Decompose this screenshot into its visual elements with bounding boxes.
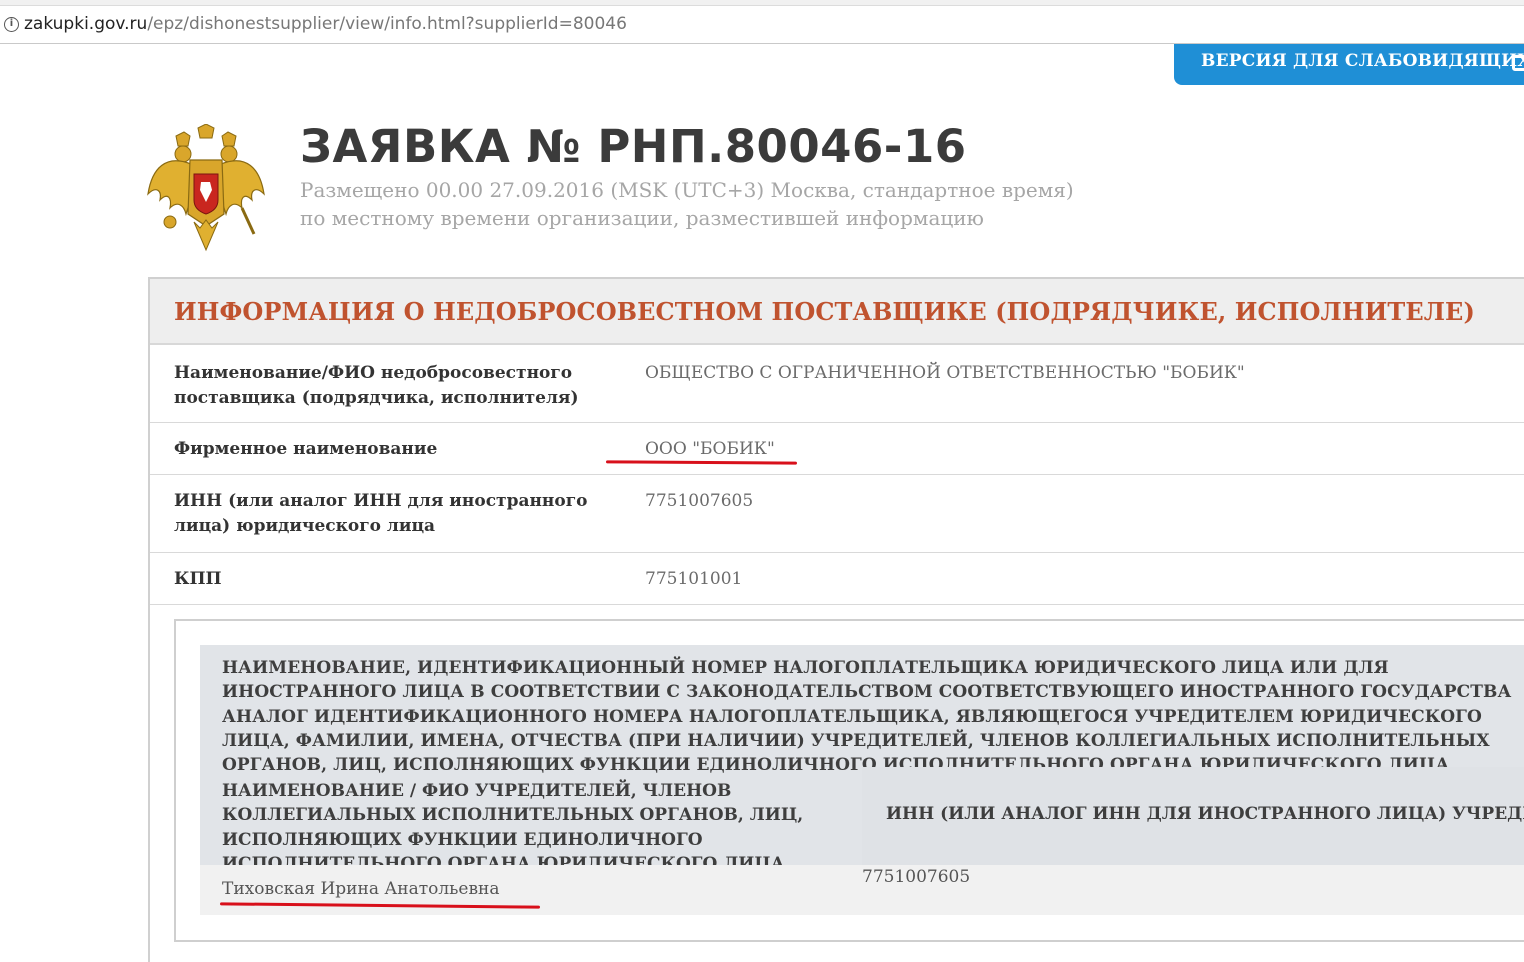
browser-address-bar[interactable]: i zakupki.gov.ru/epz/dishonestsupplier/v… — [0, 0, 1524, 44]
founders-section: НАИМЕНОВАНИЕ, ИДЕНТИФИКАЦИОННЫЙ НОМЕР НА… — [174, 619, 1524, 942]
coat-of-arms-emblem — [147, 124, 265, 252]
info-row-value: ООО "БОБИК" — [645, 439, 775, 459]
founders-section-title: НАИМЕНОВАНИЕ, ИДЕНТИФИКАЦИОННЫЙ НОМЕР НА… — [222, 658, 1512, 776]
founders-col-inn-header: ИНН (ИЛИ АНАЛОГ ИНН ДЛЯ ИНОСТРАННОГО ЛИЦ… — [862, 767, 1524, 865]
placement-date-line: Размещено 00.00 27.09.2016 (MSK (UTC+3) … — [300, 178, 1074, 202]
url-path: /epz/dishonestsupplier/view/info.html?su… — [147, 14, 627, 34]
tab-strip-edge — [0, 0, 1524, 6]
info-row-inn: ИНН (или аналог ИНН для иностранного лиц… — [150, 475, 1524, 553]
info-row-label: КПП — [174, 569, 222, 589]
info-row-kpp: КПП 775101001 — [150, 553, 1524, 605]
info-row-value: 7751007605 — [645, 491, 754, 511]
page-title: ЗАЯВКА № РНП.80046-16 — [300, 120, 967, 173]
info-icon[interactable]: i — [4, 17, 19, 32]
info-row-label: ИНН (или аналог ИНН для иностранного лиц… — [174, 491, 588, 536]
url-text[interactable]: zakupki.gov.ru/epz/dishonestsupplier/vie… — [24, 14, 627, 34]
info-row-name: Наименование/ФИО недобросовестного поста… — [150, 347, 1524, 423]
info-row-label: Наименование/ФИО недобросовестного поста… — [174, 363, 579, 408]
info-row-value: 775101001 — [645, 569, 743, 589]
url-domain: zakupki.gov.ru — [24, 14, 148, 34]
accessibility-version-label: ВЕРСИЯ ДЛЯ СЛАБОВИДЯЩИХ — [1201, 51, 1524, 71]
founder-inn: 7751007605 — [862, 867, 971, 887]
info-row-brand-name: Фирменное наименование ООО "БОБИК" — [150, 423, 1524, 475]
info-row-value: ОБЩЕСТВО С ОГРАНИЧЕННОЙ ОТВЕТСТВЕННОСТЬЮ… — [645, 363, 1245, 383]
accessibility-version-button[interactable]: ВЕРСИЯ ДЛЯ СЛАБОВИДЯЩИХ — [1174, 44, 1524, 85]
supplier-info-panel: ИНФОРМАЦИЯ О НЕДОБРОСОВЕСТНОМ ПОСТАВЩИКЕ… — [148, 277, 1524, 962]
founder-name: Тиховская Ирина Анатольевна — [222, 879, 500, 899]
founders-col-name-header: НАИМЕНОВАНИЕ / ФИО УЧРЕДИТЕЛЕЙ, ЧЛЕНОВ К… — [222, 781, 804, 874]
panel-title: ИНФОРМАЦИЯ О НЕДОБРОСОВЕСТНОМ ПОСТАВЩИКЕ… — [150, 279, 1524, 345]
glasses-icon — [1512, 55, 1524, 71]
table-row: Тиховская Ирина Анатольевна 7751007605 — [200, 865, 1524, 915]
founders-table-header: НАИМЕНОВАНИЕ, ИДЕНТИФИКАЦИОННЫЙ НОМЕР НА… — [200, 645, 1524, 874]
placement-timezone-note: по местному времени организации, размест… — [300, 206, 984, 230]
info-row-label: Фирменное наименование — [174, 439, 438, 459]
placement-info: Размещено 00.00 27.09.2016 (MSK (UTC+3) … — [300, 176, 1074, 232]
